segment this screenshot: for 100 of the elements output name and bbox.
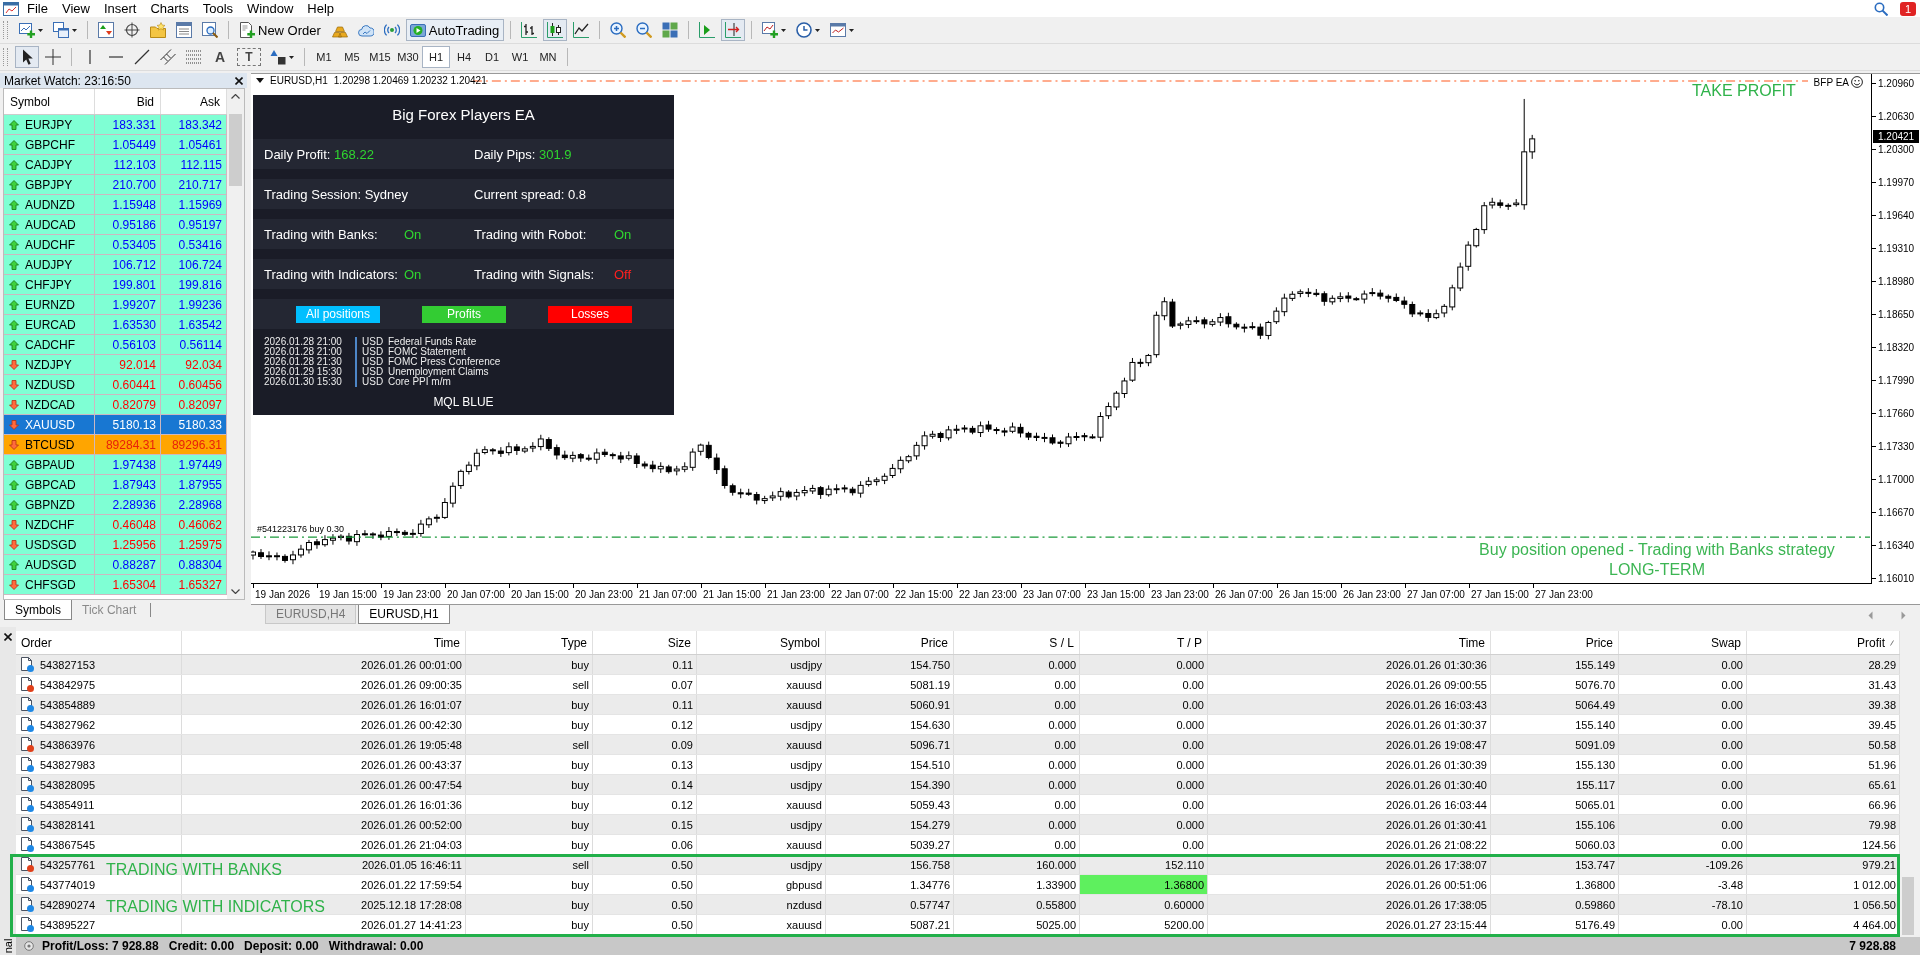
history-row[interactable]: 543828095 2026.01.26 00:47:54 buy 0.14 usdjpy 154.390 0.000 0.000 2026.01.26 01:30:40 155.117 0.00 65.61 [16,775,1900,795]
history-row[interactable]: 543863976 2026.01.26 19:05:48 sell 0.09 xauusd 5096.71 0.00 0.00 2026.01.26 19:08:47 5091.09 0.00 50.58 [16,735,1900,755]
scroll-left-icon[interactable] [1868,611,1873,620]
folder-star-icon[interactable] [150,22,166,38]
caret-icon[interactable] [38,28,43,32]
symbol-row[interactable]: CADJPY 112.103 112.115 [4,155,227,175]
symbol-row[interactable]: EURJPY 183.331 183.342 [4,115,227,135]
scroll-down-icon[interactable] [231,589,240,594]
timeframe-button[interactable]: W1 [506,46,534,68]
menu-item[interactable]: Window [240,1,301,16]
caret-icon[interactable] [849,28,855,32]
caret-icon[interactable] [256,78,264,83]
scrollbar[interactable] [227,89,244,599]
symbol-row[interactable]: NZDCHF 0.46048 0.46062 [4,515,227,535]
timeframe-button[interactable]: M15 [366,46,394,68]
symbol-row[interactable]: AUDJPY 106.712 106.724 [4,255,227,275]
symbol-row[interactable]: NZDUSD 0.60441 0.60456 [4,375,227,395]
column-header[interactable]: Ask [200,94,220,109]
broadcast-icon[interactable] [383,22,400,38]
new-order-button[interactable]: New Order [235,19,326,41]
column-header[interactable]: T / P [1176,635,1202,650]
column-header[interactable]: Swap [1710,635,1741,650]
history-row[interactable]: 543842975 2026.01.26 09:00:35 sell 0.07 xauusd 5081.19 0.00 0.00 2026.01.26 09:00:55 5076.70 0.00 31.43 [16,675,1900,695]
scrollbar-thumb[interactable] [1902,877,1914,935]
symbol-row[interactable]: CHFJPY 199.801 199.816 [4,275,227,295]
symbol-row[interactable]: CADCHF 0.56103 0.56114 [4,335,227,355]
symbol-row[interactable]: GBPAUD 1.97438 1.97449 [4,455,227,475]
timeframe-button[interactable]: D1 [478,46,506,68]
menu-item[interactable]: Help [300,1,342,16]
timeframe-button[interactable]: M5 [338,46,366,68]
symbol-row[interactable]: AUDCAD 0.95186 0.95197 [4,215,227,235]
close-icon[interactable] [235,76,243,85]
scroll-right-icon[interactable] [1901,611,1906,620]
column-header[interactable]: Price [1585,635,1613,650]
symbol-row[interactable]: EURCAD 1.63530 1.63542 [4,315,227,335]
timeframe-button[interactable]: MN [534,46,562,68]
tile-windows-icon[interactable] [662,22,679,38]
clock-icon[interactable] [796,22,813,38]
symbol-row[interactable]: NZDCAD 0.82079 0.82097 [4,395,227,415]
shapes-icon[interactable] [270,49,286,65]
history-row[interactable]: 543854911 2026.01.26 16:01:36 buy 0.12 xauusd 5059.43 0.00 0.00 2026.01.26 16:03:44 5065.01 0.00 66.96 [16,795,1900,815]
zoom-out-icon[interactable] [636,22,653,38]
symbol-row[interactable]: GBPCAD 1.87943 1.87955 [4,475,227,495]
caret-icon[interactable] [781,28,787,32]
menu-item[interactable]: View [54,1,97,16]
column-header[interactable]: Order [21,635,52,650]
history-row[interactable]: 543828141 2026.01.26 00:52:00 buy 0.15 usdjpy 154.279 0.000 0.000 2026.01.26 01:30:41 155.106 0.00 79.98 [16,815,1900,835]
close-icon[interactable] [4,633,12,641]
trendline-icon[interactable] [134,49,150,65]
symbol-row[interactable]: GBPCHF 1.05449 1.05461 [4,135,227,155]
window-list-icon[interactable] [176,22,192,38]
crosshair-icon[interactable] [124,22,140,38]
history-row[interactable]: 543827153 2026.01.26 00:01:00 buy 0.11 usdjpy 154.750 0.000 0.000 2026.01.26 01:30:36 155.149 0.00 28.29 [16,655,1900,675]
history-row[interactable]: 543774019 2026.01.22 17:59:54 buy 0.50 gbpusd 1.34776 1.33900 1.36800 2026.01.26 00:51:06 1.36800 -3.48 1 012.00 [16,875,1900,895]
market-watch-icon[interactable] [98,22,114,38]
channel-icon[interactable] [160,49,176,65]
symbol-row[interactable]: CHFSGD 1.65304 1.65327 [4,575,227,595]
new-chart-icon[interactable] [19,22,35,38]
scroll-up-icon[interactable] [231,94,240,99]
timeframe-button[interactable]: M1 [310,46,338,68]
history-row[interactable]: 543827983 2026.01.26 00:43:37 buy 0.13 usdjpy 154.510 0.000 0.000 2026.01.26 01:30:39 155.130 0.00 51.96 [16,755,1900,775]
chart-tab[interactable]: EURUSD,H1 [358,605,450,624]
text-tool-button[interactable]: A [208,46,232,68]
autotrading-button[interactable]: AutoTrading [405,19,505,41]
symbol-row[interactable]: EURNZD 1.99207 1.99236 [4,295,227,315]
zoom-in-icon[interactable] [610,22,627,38]
column-header[interactable]: Symbol [780,635,820,650]
menu-item[interactable]: Insert [96,1,144,16]
symbol-row[interactable]: AUDNZD 1.15948 1.15969 [4,195,227,215]
cursor-button[interactable] [15,46,39,68]
caret-icon[interactable] [72,28,77,32]
menu-item[interactable]: Tools [195,1,241,16]
symbol-row[interactable]: AUDCHF 0.53405 0.53416 [4,235,227,255]
chart-shift-button[interactable] [721,19,746,41]
caret-icon[interactable] [815,28,821,32]
symbol-row[interactable]: GBPJPY 210.700 210.717 [4,175,227,195]
fibonacci-icon[interactable] [186,49,202,65]
app-icon[interactable] [3,1,19,16]
panel-tab[interactable]: Symbols [4,600,72,620]
column-header[interactable]: Price [920,635,948,650]
column-header[interactable]: Type [561,635,587,650]
timeframe-button[interactable]: M30 [394,46,422,68]
side-tab-label[interactable]: nal [2,938,14,954]
search-icon[interactable] [1873,1,1888,16]
caret-icon[interactable] [289,55,294,59]
column-header[interactable]: Bid [136,94,154,109]
filter-button[interactable]: Losses [548,305,632,323]
menu-item[interactable]: File [20,1,55,16]
symbol-row[interactable]: GBPNZD 2.28936 2.28968 [4,495,227,515]
template-icon[interactable] [830,22,847,38]
window-magnifier-icon[interactable] [202,22,218,38]
chart-plus-icon[interactable] [762,22,779,38]
candlestick-button[interactable] [543,19,568,41]
symbol-row[interactable]: BTCUSD 89284.31 89296.31 [4,435,227,455]
column-header[interactable]: Time [1458,635,1485,650]
symbol-row[interactable]: USDSGD 1.25956 1.25975 [4,535,227,555]
cloud-icon[interactable] [357,22,374,38]
text-label-button[interactable]: T [237,48,261,66]
chart-tab[interactable]: EURUSD,H4 [265,605,357,624]
menu-item[interactable]: Charts [143,1,196,16]
